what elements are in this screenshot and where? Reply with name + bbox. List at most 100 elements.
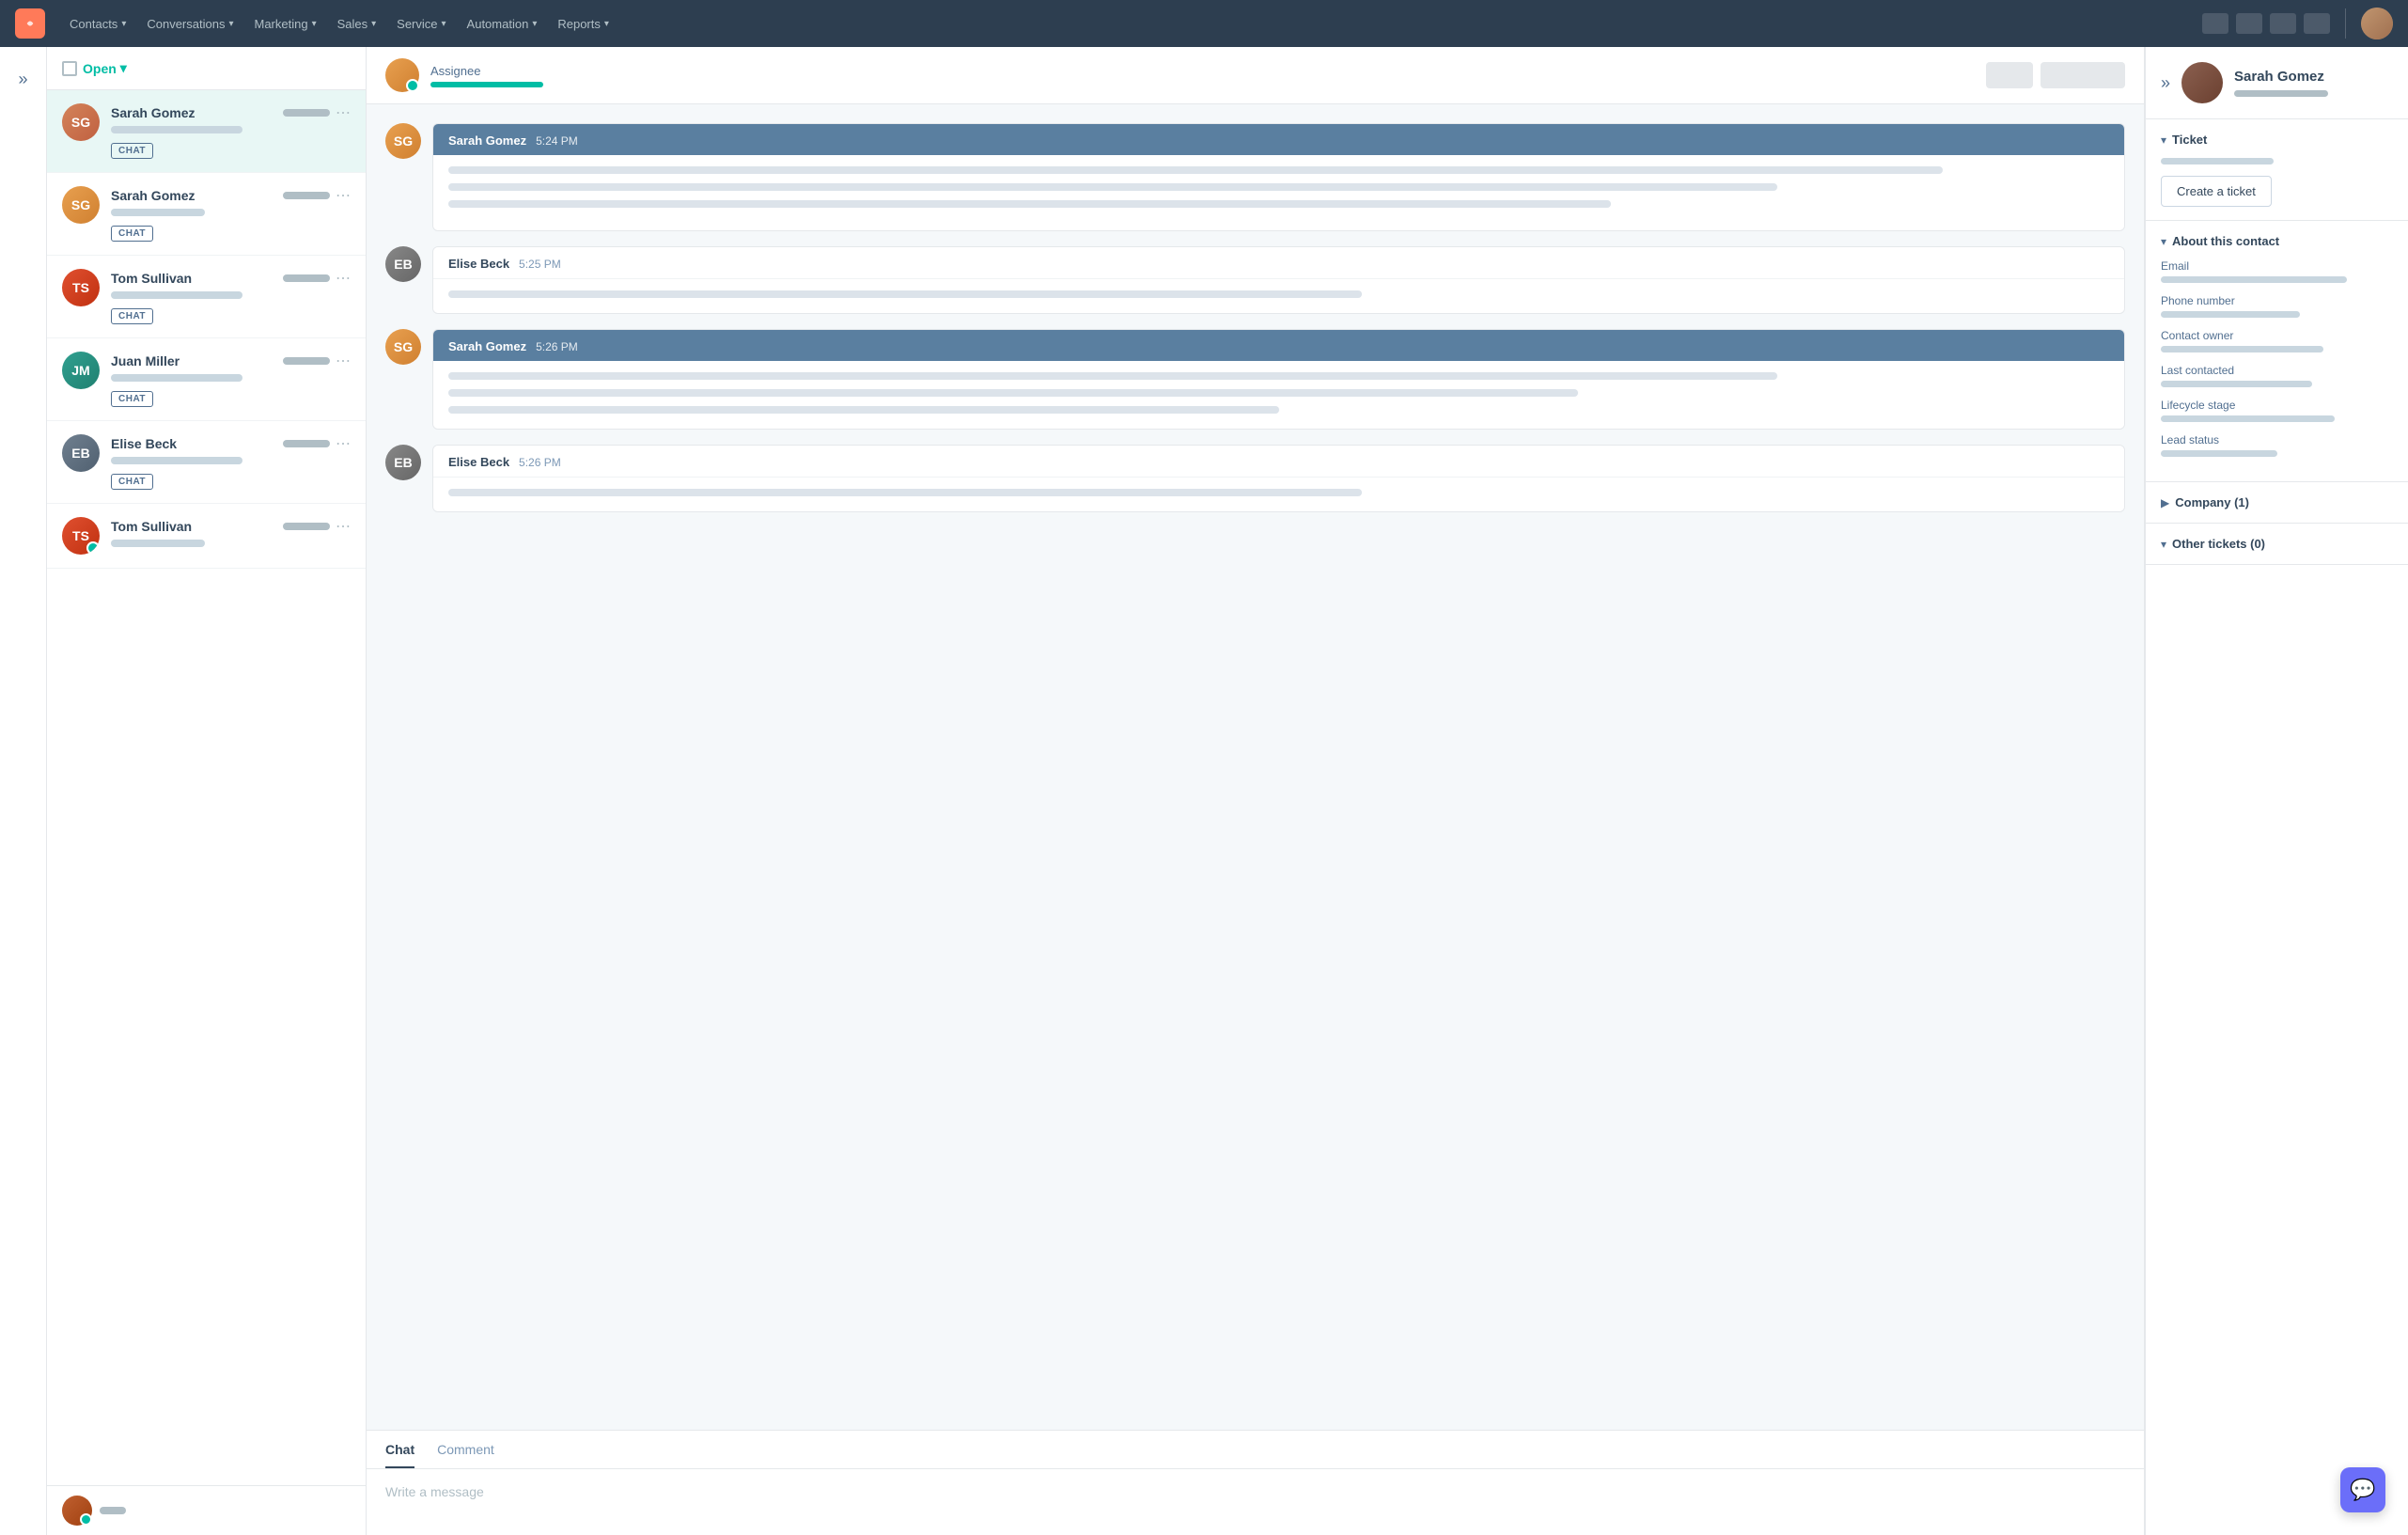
user-avatar-image (2361, 8, 2393, 39)
conv-item[interactable]: SG Sarah Gomez ⋯ CHAT (47, 90, 366, 173)
user-avatar[interactable] (2361, 8, 2393, 39)
more-options-icon[interactable]: ⋯ (336, 434, 351, 453)
message-body (433, 279, 2124, 313)
tab-comment[interactable]: Comment (437, 1431, 494, 1468)
message-sender: Elise Beck (448, 257, 509, 271)
more-options-icon[interactable]: ⋯ (336, 103, 351, 122)
chevron-right-icon: ▶ (2161, 496, 2169, 509)
current-user-name-bar (100, 1507, 126, 1514)
nav-icon-btn-2[interactable] (2236, 13, 2262, 34)
nav-marketing[interactable]: Marketing ▾ (244, 11, 325, 37)
nav-reports[interactable]: Reports ▾ (548, 11, 618, 37)
nav-icon-btn-3[interactable] (2270, 13, 2296, 34)
sidebar-contact-header: » Sarah Gomez (2146, 47, 2408, 119)
conv-meta: ⋯ (283, 517, 351, 536)
email-value (2161, 276, 2347, 283)
message-sender: Sarah Gomez (448, 339, 526, 353)
conv-list-items: SG Sarah Gomez ⋯ CHAT (47, 90, 366, 1485)
chevron-down-icon: ▾ (371, 19, 376, 29)
conv-header: Sarah Gomez ⋯ (111, 103, 351, 122)
conv-item[interactable]: TS Tom Sullivan ⋯ (47, 504, 366, 569)
conv-item[interactable]: EB Elise Beck ⋯ CHAT (47, 421, 366, 504)
contact-owner-value (2161, 346, 2323, 352)
time-placeholder (283, 274, 330, 282)
message-time: 5:24 PM (536, 134, 578, 148)
select-all-checkbox[interactable] (62, 61, 77, 76)
chevron-down-icon[interactable]: ▾ (2161, 133, 2166, 147)
chat-input-area[interactable]: Write a message (367, 1469, 2144, 1535)
nav-icon-btn-4[interactable] (2304, 13, 2330, 34)
conv-item[interactable]: JM Juan Miller ⋯ CHAT (47, 338, 366, 421)
conv-content: Tom Sullivan ⋯ CHAT (111, 269, 351, 324)
chat-header-info: Assignee (430, 64, 1975, 87)
nav-contacts[interactable]: Contacts ▾ (60, 11, 135, 37)
conv-item[interactable]: SG Sarah Gomez ⋯ CHAT (47, 173, 366, 256)
chat-tabs: Chat Comment (367, 1431, 2144, 1469)
message-bubble: Sarah Gomez 5:24 PM (432, 123, 2125, 231)
message-block: SG Sarah Gomez 5:24 PM (385, 123, 2125, 231)
conv-meta: ⋯ (283, 352, 351, 370)
other-tickets-header[interactable]: ▾ Other tickets (0) (2146, 524, 2408, 564)
email-field: Email (2161, 259, 2393, 283)
tab-chat[interactable]: Chat (385, 1431, 414, 1468)
conv-header: Tom Sullivan ⋯ (111, 517, 351, 536)
chat-header-avatar (385, 58, 419, 92)
conv-meta: ⋯ (283, 269, 351, 288)
nav-sales[interactable]: Sales ▾ (328, 11, 386, 37)
chat-footer: Chat Comment Write a message (367, 1430, 2144, 1535)
message-avatar: EB (385, 246, 421, 282)
chevron-down-icon: ▾ (120, 60, 127, 76)
create-ticket-button[interactable]: Create a ticket (2161, 176, 2272, 207)
nav-items: Contacts ▾ Conversations ▾ Marketing ▾ S… (60, 11, 2198, 37)
conv-meta: ⋯ (283, 103, 351, 122)
ticket-section: ▾ Ticket Create a ticket (2146, 119, 2408, 221)
message-sender: Sarah Gomez (448, 133, 526, 148)
chevron-down-icon[interactable]: ▾ (2161, 235, 2166, 248)
chat-action-btn-1[interactable] (1986, 62, 2033, 88)
preview-bar (111, 126, 242, 133)
nav-service[interactable]: Service ▾ (387, 11, 455, 37)
more-options-icon[interactable]: ⋯ (336, 186, 351, 205)
nav-icon-btn-1[interactable] (2202, 13, 2228, 34)
chevron-down-icon: ▾ (228, 19, 233, 29)
conv-content: Tom Sullivan ⋯ (111, 517, 351, 555)
time-placeholder (283, 440, 330, 447)
conv-item[interactable]: TS Tom Sullivan ⋯ CHAT (47, 256, 366, 338)
conv-content: Juan Miller ⋯ CHAT (111, 352, 351, 407)
top-navigation: Contacts ▾ Conversations ▾ Marketing ▾ S… (0, 0, 2408, 47)
chat-badge: CHAT (111, 143, 153, 159)
conv-content: Elise Beck ⋯ CHAT (111, 434, 351, 490)
conv-meta: ⋯ (283, 186, 351, 205)
phone-value (2161, 311, 2300, 318)
chat-action-btn-2[interactable] (2041, 62, 2125, 88)
chevron-down-icon: ▾ (442, 19, 446, 29)
chat-header-actions (1986, 62, 2125, 88)
avatar: JM (62, 352, 100, 389)
message-time: 5:26 PM (536, 340, 578, 353)
chat-placeholder: Write a message (385, 1484, 484, 1499)
company-section-header[interactable]: ▶ Company (1) (2146, 482, 2408, 523)
avatar: SG (62, 186, 100, 224)
lifecycle-value (2161, 415, 2335, 422)
expand-sidebar-btn[interactable]: » (2161, 73, 2170, 93)
hubspot-logo[interactable] (15, 8, 45, 39)
chat-widget-button[interactable]: 💬 (2340, 1467, 2385, 1512)
more-options-icon[interactable]: ⋯ (336, 352, 351, 370)
more-options-icon[interactable]: ⋯ (336, 517, 351, 536)
conv-header: Juan Miller ⋯ (111, 352, 351, 370)
nav-automation[interactable]: Automation ▾ (458, 11, 547, 37)
sidebar-collapse-btn[interactable]: » (14, 66, 31, 93)
more-options-icon[interactable]: ⋯ (336, 269, 351, 288)
about-contact-section: ▾ About this contact Email Phone number … (2146, 221, 2408, 482)
open-filter-btn[interactable]: Open ▾ (83, 60, 127, 76)
preview-bar (111, 291, 242, 299)
time-placeholder (283, 357, 330, 365)
contact-info: Sarah Gomez (2234, 69, 2328, 97)
nav-conversations[interactable]: Conversations ▾ (137, 11, 242, 37)
other-tickets-title: Other tickets (0) (2172, 537, 2265, 551)
ticket-section-title: Ticket (2172, 133, 2207, 147)
message-header: Sarah Gomez 5:26 PM (433, 330, 2124, 361)
about-section-title: About this contact (2172, 234, 2279, 248)
message-avatar: SG (385, 329, 421, 365)
last-contacted-field: Last contacted (2161, 364, 2393, 387)
